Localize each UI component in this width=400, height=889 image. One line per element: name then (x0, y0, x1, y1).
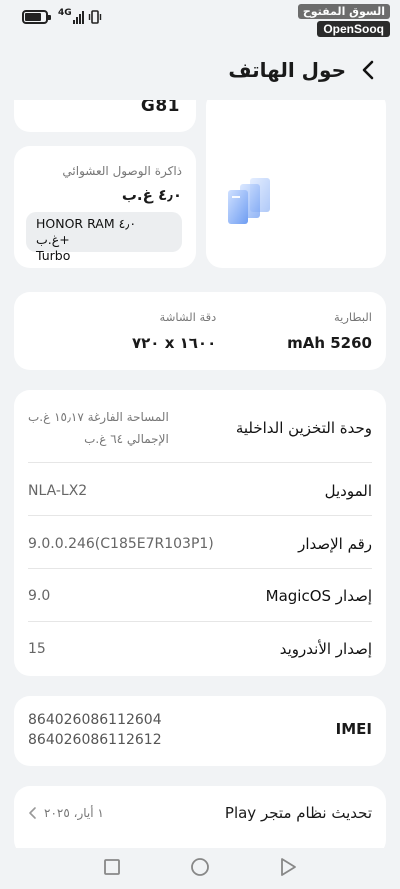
header: حول الهاتف (0, 52, 378, 88)
battery-value: mAh 5260 (287, 334, 372, 352)
screen-value: ١٦٠٠ x ٧٢٠ (132, 334, 217, 352)
build-value: 9.0.0.246(C185E7R103P1) (28, 536, 214, 552)
imei-values: 864026086112604 864026086112612 (28, 710, 162, 750)
content-scroll[interactable]: G81 ذاكرة الوصول العشوائي ٤٫٠ غ.ب HONOR … (0, 100, 400, 848)
android-value: 15 (28, 641, 46, 657)
chevron-left-icon (362, 60, 374, 80)
imei-label: IMEI (335, 720, 372, 738)
play-update-card[interactable]: تحديث نظام متجر Play ١ أيار، ٢٠٢٥ (14, 786, 386, 848)
navigation-bar (0, 848, 400, 889)
ram-turbo-chip[interactable]: HONOR RAM ٤٫٠ غ.ب+ Turbo (26, 212, 182, 263)
divider (28, 568, 372, 569)
home-button[interactable] (190, 857, 210, 877)
battery-screen-card: البطارية mAh 5260 دقة الشاشة ١٦٠٠ x ٧٢٠ (14, 292, 386, 370)
network-type: 4G (58, 8, 72, 18)
android-label: إصدار الأندرويد (279, 640, 372, 658)
play-update-date: ١ أيار، ٢٠٢٥ (44, 806, 104, 820)
screen-label: دقة الشاشة (159, 310, 217, 324)
magicos-row[interactable]: 9.0 إصدار MagicOS (14, 573, 386, 619)
device-info-card: المساحة الفارغة ١٥٫١٧ غ.ب الإجمالي ٦٤ غ.… (14, 390, 386, 676)
screen-block: دقة الشاشة ١٦٠٠ x ٧٢٠ (132, 310, 216, 352)
divider (28, 515, 372, 516)
divider (28, 462, 372, 463)
storage-label: وحدة التخزين الداخلية (235, 419, 372, 437)
processor-value: G81 (140, 100, 180, 116)
model-value: NLA-LX2 (28, 483, 88, 499)
divider (28, 621, 372, 622)
magicos-value: 9.0 (28, 588, 51, 604)
circle-icon (191, 857, 209, 876)
device-image-card[interactable] (206, 100, 386, 268)
ram-card[interactable]: ذاكرة الوصول العشوائي ٤٫٠ غ.ب HONOR RAM … (14, 146, 196, 268)
build-label: رقم الإصدار (298, 535, 372, 553)
storage-row[interactable]: المساحة الفارغة ١٥٫١٧ غ.ب الإجمالي ٦٤ غ.… (14, 404, 386, 452)
storage-details: المساحة الفارغة ١٥٫١٧ غ.ب الإجمالي ٦٤ غ.… (28, 410, 169, 446)
model-row[interactable]: NLA-LX2 الموديل (14, 468, 386, 514)
imei-card[interactable]: 864026086112604 864026086112612 IMEI (14, 696, 386, 766)
android-row[interactable]: 15 إصدار الأندرويد (14, 626, 386, 672)
page-title: حول الهاتف (228, 58, 346, 82)
signal-icon (72, 10, 84, 24)
layers-icon (228, 178, 270, 224)
battery-label: البطارية (333, 310, 372, 324)
nav-back-button[interactable] (278, 857, 298, 877)
ram-label: ذاكرة الوصول العشوائي (62, 164, 182, 178)
play-update-label: تحديث نظام متجر Play (224, 804, 372, 822)
ram-turbo-line1: HONOR RAM ٤٫٠ غ.ب+ (36, 216, 137, 247)
imei-value-1: 864026086112604 (28, 712, 162, 728)
triangle-icon (281, 857, 296, 876)
model-label: الموديل (324, 482, 372, 500)
magicos-label: إصدار MagicOS (265, 587, 372, 605)
square-icon (104, 858, 120, 875)
battery-block: البطارية mAh 5260 (287, 310, 372, 352)
watermark: السوق المفتوح OpenSooq (297, 4, 390, 37)
vibrate-icon (88, 10, 101, 24)
watermark-arabic: السوق المفتوح (297, 4, 390, 19)
watermark-english: OpenSooq (317, 21, 390, 37)
battery-icon (22, 10, 51, 24)
build-row[interactable]: 9.0.0.246(C185E7R103P1) رقم الإصدار (14, 521, 386, 567)
ram-value: ٤٫٠ غ.ب (121, 186, 182, 204)
chevron-left-icon (29, 807, 36, 819)
recents-button[interactable] (102, 857, 122, 877)
imei-value-2: 864026086112612 (28, 732, 162, 748)
back-button[interactable] (358, 58, 378, 82)
ram-turbo-line2: Turbo (36, 248, 71, 263)
processor-card[interactable]: G81 (14, 100, 196, 132)
storage-total: الإجمالي ٦٤ غ.ب (84, 432, 169, 446)
storage-free: المساحة الفارغة ١٥٫١٧ غ.ب (28, 410, 169, 424)
